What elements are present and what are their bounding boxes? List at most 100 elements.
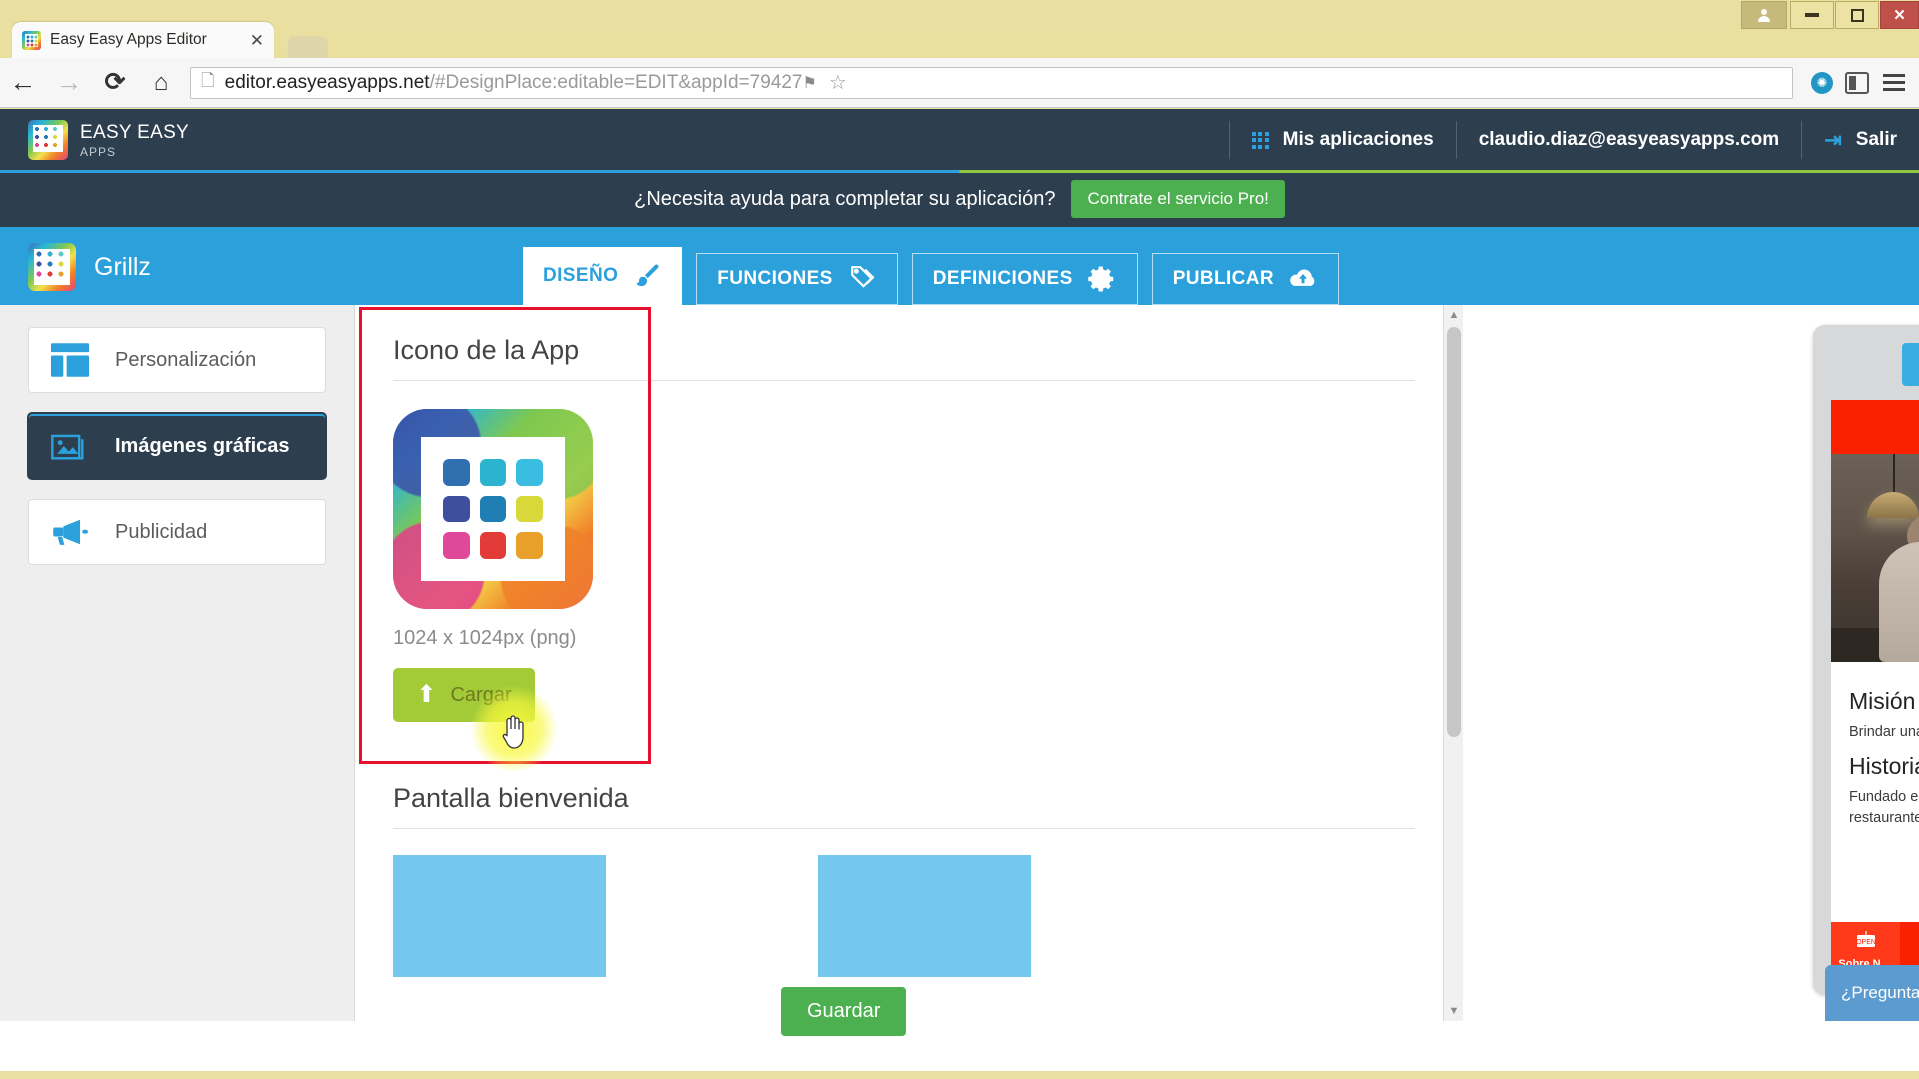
person-figure xyxy=(1879,542,1919,662)
content-scrollbar[interactable]: ▲ ▼ xyxy=(1443,305,1463,1021)
svg-text:OPEN: OPEN xyxy=(1856,939,1876,946)
workspace: Personalización Imágenes gráficas Public… xyxy=(0,305,1919,1021)
layout-icon xyxy=(51,343,89,377)
back-icon[interactable]: ← xyxy=(0,69,46,96)
tab-diseno-label: DISEÑO xyxy=(543,265,618,287)
header-accent-line xyxy=(0,170,1919,173)
tab-publicar[interactable]: PUBLICAR xyxy=(1152,253,1339,305)
url-host: editor.easyeasyapps.net xyxy=(225,72,430,93)
scrollbar-thumb[interactable] xyxy=(1447,327,1461,737)
page-icon: 🗋 xyxy=(201,68,215,97)
icon-tile xyxy=(443,459,470,486)
icon-tile xyxy=(480,532,507,559)
sidebar-item-imagenes-graficas[interactable]: Imágenes gráficas xyxy=(28,413,326,479)
content-scroll-area: Icono de la App xyxy=(355,305,1919,1021)
brand-text: EASY EASY APPS xyxy=(80,123,189,158)
new-tab-button[interactable] xyxy=(287,36,328,58)
omnibox-actions: ⚑ ☆ xyxy=(802,70,850,95)
promo-bar: ¿Necesita ayuda para completar su aplica… xyxy=(0,171,1919,227)
minimize-icon xyxy=(1805,13,1819,17)
my-apps-label: Mis aplicaciones xyxy=(1283,129,1434,151)
app-icon-preview[interactable] xyxy=(393,409,593,609)
chat-widget-text: ¿Preguntas? ¡Hable con nosotros! xyxy=(1841,983,1919,1003)
cloud-upload-icon xyxy=(1288,264,1318,294)
tab-publicar-label: PUBLICAR xyxy=(1173,268,1274,290)
my-apps-button[interactable]: Mis aplicaciones xyxy=(1230,109,1456,171)
app-name: Grillz xyxy=(94,253,151,282)
paintbrush-icon xyxy=(632,261,662,291)
reload-icon[interactable]: ⟳ xyxy=(92,70,138,95)
upload-button-label: Cargar xyxy=(450,684,511,707)
tab-close-icon[interactable]: ✕ xyxy=(250,32,264,49)
brand[interactable]: EASY EASY APPS xyxy=(28,120,189,160)
sidebar-item-personalizacion[interactable]: Personalización xyxy=(28,327,326,393)
user-email-label: claudio.diaz@easyeasyapps.com xyxy=(1479,129,1780,151)
tab-definiciones-label: DEFINICIONES xyxy=(933,268,1073,290)
scroll-up-arrow-icon[interactable]: ▲ xyxy=(1444,305,1464,325)
page-viewport: EASY EASY APPS Mis aplicaciones claudio.… xyxy=(0,109,1919,1071)
promo-text: ¿Necesita ayuda para completar su aplica… xyxy=(634,188,1055,211)
brand-subtitle: APPS xyxy=(80,146,189,158)
url-path: /#DesignPlace:editable=EDIT&appId=79427 xyxy=(430,72,803,93)
phone-banner: Grillz xyxy=(1831,400,1919,454)
tab-diseno[interactable]: DISEÑO xyxy=(523,247,682,305)
sidebar: Personalización Imágenes gráficas Public… xyxy=(0,305,355,1021)
phone-section-heading: Historia xyxy=(1849,753,1919,780)
extension-icon-2[interactable] xyxy=(1845,72,1869,94)
scroll-down-arrow-icon[interactable]: ▼ xyxy=(1444,1001,1464,1021)
mouse-cursor-icon xyxy=(499,714,529,750)
easyeasyapps-logo-icon xyxy=(28,120,68,160)
logout-icon: ⇥ xyxy=(1824,128,1842,153)
window-bottom-edge xyxy=(0,1071,1919,1079)
logout-button[interactable]: ⇥ Salir xyxy=(1802,109,1919,171)
sidebar-item-label: Imágenes gráficas xyxy=(115,435,290,458)
flag-icon[interactable]: ⚑ xyxy=(802,73,816,93)
welcome-section: Pantalla bienvenida xyxy=(393,783,1415,977)
open-on-mobile-button[interactable]: Abrir en el celular xyxy=(1902,343,1919,386)
app-icon-grid xyxy=(421,437,565,581)
phone-section-body: Fundado en el año 1980, Grills es el res… xyxy=(1849,787,1919,829)
divider xyxy=(393,828,1415,829)
icon-tile xyxy=(480,459,507,486)
app-tabs: DISEÑO FUNCIONES DEFINICIONES PUBLICAR xyxy=(523,247,1339,305)
browser-tab[interactable]: Easy Easy Apps Editor ✕ xyxy=(12,22,274,58)
hire-pro-service-button[interactable]: Contrate el servicio Pro! xyxy=(1071,180,1284,218)
phone-content: Misión Brindar una experiencia culinaria… xyxy=(1831,662,1919,829)
header-right: Mis aplicaciones claudio.diaz@easyeasyap… xyxy=(1229,109,1919,171)
app-icon-small xyxy=(28,243,76,291)
user-email[interactable]: claudio.diaz@easyeasyapps.com xyxy=(1457,109,1802,171)
grid-icon xyxy=(1252,132,1269,149)
icon-tile xyxy=(443,496,470,523)
icon-tile xyxy=(516,532,543,559)
browser-toolbar: ← → ⟳ ⌂ 🗋 editor.easyeasyapps.net/#Desig… xyxy=(0,58,1919,108)
icon-tile xyxy=(443,532,470,559)
welcome-image-placeholder-1[interactable] xyxy=(393,855,606,977)
welcome-image-placeholder-2[interactable] xyxy=(818,855,1031,977)
sidebar-item-label: Publicidad xyxy=(115,521,207,544)
phone-screen: Grillz xyxy=(1831,400,1919,978)
home-icon[interactable]: ⌂ xyxy=(138,71,184,95)
phone-preview-panel: Abrir en el celular Grillz xyxy=(1813,325,1919,995)
phone-section-heading: Misión xyxy=(1849,688,1919,715)
extension-icon-1[interactable]: ✺ xyxy=(1811,72,1833,94)
upload-icon-button[interactable]: ⬆ Cargar xyxy=(393,668,535,722)
open-sign-icon: OPEN xyxy=(1853,931,1879,955)
megaphone-icon xyxy=(51,515,89,549)
icon-tile xyxy=(516,459,543,486)
tab-funciones[interactable]: FUNCIONES xyxy=(696,253,898,305)
welcome-section-title: Pantalla bienvenida xyxy=(393,783,1415,814)
icon-tile xyxy=(480,496,507,523)
bookmark-star-icon[interactable]: ☆ xyxy=(829,70,847,95)
user-icon xyxy=(1758,9,1771,22)
gear-icon xyxy=(1087,264,1117,294)
chat-widget[interactable]: ¿Preguntas? ¡Hable con nosotros! ⌃ xyxy=(1825,965,1919,1021)
phone-hero-photo xyxy=(1831,454,1919,662)
browser-tab-strip: Easy Easy Apps Editor ✕ xyxy=(0,22,1919,58)
tags-icon xyxy=(847,264,877,294)
forward-icon[interactable]: → xyxy=(46,69,92,96)
hamburger-menu-icon[interactable] xyxy=(1883,74,1905,91)
tab-definiciones[interactable]: DEFINICIONES xyxy=(912,253,1138,305)
sidebar-item-publicidad[interactable]: Publicidad xyxy=(28,499,326,565)
save-button[interactable]: Guardar xyxy=(781,987,906,1036)
address-bar[interactable]: 🗋 editor.easyeasyapps.net/#DesignPlace:e… xyxy=(190,67,1793,99)
